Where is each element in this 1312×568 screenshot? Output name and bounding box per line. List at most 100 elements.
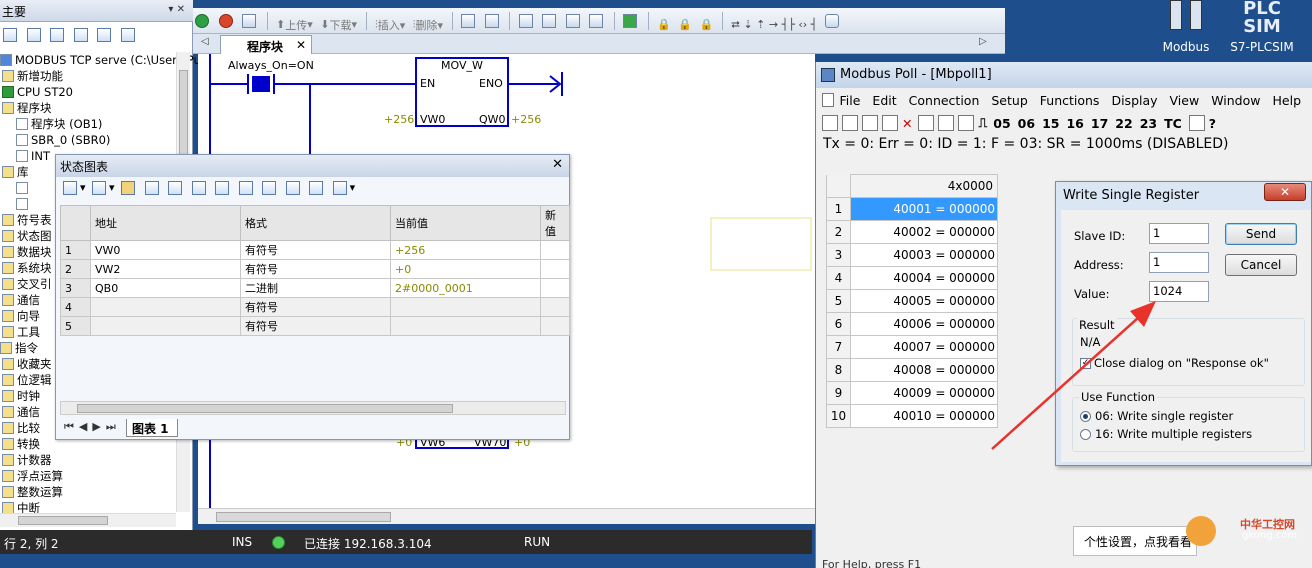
- cell-val[interactable]: +256: [390, 240, 541, 260]
- close-icon[interactable]: ✕: [552, 157, 563, 172]
- menu-item[interactable]: View: [1170, 93, 1200, 108]
- cell-n[interactable]: 1: [60, 240, 91, 260]
- cell-fmt[interactable]: 有符号: [240, 240, 391, 260]
- cell-new-value[interactable]: [540, 316, 570, 336]
- pencil-icon[interactable]: [191, 181, 206, 195]
- table-row[interactable]: 5 有符号: [60, 316, 570, 336]
- dialog-close-button[interactable]: ✕: [1264, 183, 1306, 201]
- table-row[interactable]: 3 QB0 二进制 2#0000_0001: [60, 278, 570, 298]
- function-code-button[interactable]: 23: [1140, 116, 1157, 131]
- window-icon[interactable]: [918, 115, 935, 131]
- stop-button[interactable]: [218, 11, 235, 31]
- cancel-button[interactable]: Cancel: [1225, 254, 1297, 276]
- table-row[interactable]: 5 40005 = 000000: [826, 289, 998, 313]
- function-code-button[interactable]: 22: [1115, 116, 1132, 131]
- table-row[interactable]: 9 40009 = 000000: [826, 381, 998, 405]
- tabs-right-arrow-icon[interactable]: ▷: [979, 36, 987, 47]
- cell-new-value[interactable]: [540, 278, 570, 298]
- register-value[interactable]: 40005 = 000000: [850, 289, 998, 313]
- table-row[interactable]: 1 40001 = 000000: [826, 197, 998, 221]
- tree-item[interactable]: MODBUS TCP serve (C:\Users\Publ: [0, 52, 211, 68]
- format-icon[interactable]: [332, 181, 347, 195]
- glasses-icon[interactable]: [168, 181, 183, 195]
- print-icon[interactable]: [882, 115, 898, 131]
- register-value[interactable]: 40009 = 000000: [850, 381, 998, 405]
- table-row[interactable]: 3 40003 = 000000: [826, 243, 998, 267]
- function-code-button[interactable]: TC: [1164, 116, 1182, 131]
- cell-addr[interactable]: VW2: [90, 259, 241, 279]
- tool-button-2[interactable]: [542, 11, 558, 31]
- column-header[interactable]: 格式: [240, 205, 391, 241]
- properties-icon[interactable]: [97, 28, 111, 42]
- pin-icon[interactable]: ▾ ✕: [168, 4, 185, 15]
- sheet-tab-chart-1[interactable]: 图表 1: [126, 419, 178, 437]
- register-value[interactable]: 40002 = 000000: [850, 220, 998, 244]
- cell-new-value[interactable]: [540, 259, 570, 279]
- delete-button[interactable]: ⫶ 删除 ▾: [413, 15, 443, 35]
- function-code-button[interactable]: 17: [1091, 116, 1108, 131]
- register-value[interactable]: 40003 = 000000: [850, 243, 998, 267]
- monitor-icon[interactable]: [120, 28, 135, 42]
- cell-fmt[interactable]: 有符号: [240, 316, 391, 336]
- lock-button[interactable]: 🔒: [657, 15, 671, 35]
- scan-icon[interactable]: [1188, 115, 1205, 131]
- send-button[interactable]: Send: [1225, 223, 1297, 245]
- column-header[interactable]: 新值: [540, 205, 570, 241]
- editor-horizontal-scrollbar[interactable]: [198, 508, 815, 524]
- tree-item[interactable]: 浮点运算: [0, 468, 175, 484]
- ladder-tools[interactable]: ⮂ ⇣ ⇡ → ┤├ ‹› ┤: [731, 15, 817, 35]
- monitor-chart-icon[interactable]: [121, 181, 136, 195]
- desktop-icon-plcsim[interactable]: PLC SIM S7-PLCSIM: [1226, 0, 1298, 60]
- tool-button-4[interactable]: [589, 11, 605, 31]
- cell-val[interactable]: +0: [390, 259, 541, 279]
- read-all-icon[interactable]: [285, 181, 300, 195]
- tree-item[interactable]: 程序块 (OB1): [0, 116, 175, 132]
- table-row[interactable]: 4 40004 = 000000: [826, 266, 998, 290]
- cell-addr[interactable]: VW0: [90, 240, 241, 260]
- lock-icon[interactable]: [215, 181, 230, 195]
- run-button[interactable]: [195, 11, 211, 31]
- menu-item[interactable]: Functions: [1040, 93, 1100, 108]
- register-value[interactable]: 40010 = 000000: [850, 404, 998, 428]
- pulse-icon[interactable]: ⎍: [978, 115, 987, 131]
- disconnect-icon[interactable]: [958, 115, 975, 131]
- cell-addr[interactable]: [90, 297, 241, 317]
- lock-button-2[interactable]: 🔒: [678, 15, 692, 35]
- table-row[interactable]: 10 40010 = 000000: [826, 404, 998, 428]
- close-icon[interactable]: ✕: [296, 38, 306, 52]
- table-icon[interactable]: [26, 28, 41, 42]
- tree-item[interactable]: 整数运算: [0, 484, 175, 500]
- compile-button[interactable]: [242, 11, 258, 31]
- column-header[interactable]: 地址: [90, 205, 241, 241]
- lock-button-3[interactable]: 🔒: [699, 15, 713, 35]
- open-icon[interactable]: [842, 115, 858, 131]
- table-row[interactable]: 4 有符号: [60, 297, 570, 317]
- tree-item[interactable]: CPU ST20: [0, 84, 175, 100]
- desktop-icon-modbus[interactable]: Modbus: [1158, 0, 1214, 60]
- register-value[interactable]: 40004 = 000000: [850, 266, 998, 290]
- tree-item[interactable]: 程序块: [0, 100, 175, 116]
- menu-item[interactable]: File: [840, 93, 861, 108]
- cell-fmt[interactable]: 二进制: [240, 278, 391, 298]
- register-value[interactable]: 40008 = 000000: [850, 358, 998, 382]
- save-icon[interactable]: [862, 115, 878, 131]
- cell-new-value[interactable]: [540, 297, 570, 317]
- unforce-icon[interactable]: [262, 181, 277, 195]
- cell-fmt[interactable]: 有符号: [240, 297, 391, 317]
- register-value[interactable]: 40007 = 000000: [850, 335, 998, 359]
- cell-addr[interactable]: QB0: [90, 278, 241, 298]
- tree-item[interactable]: 新增功能: [0, 68, 175, 84]
- cell-new-value[interactable]: [540, 240, 570, 260]
- contact-button[interactable]: [824, 11, 841, 31]
- slave-id-input[interactable]: 1: [1149, 223, 1209, 244]
- add-row-icon[interactable]: [63, 181, 77, 195]
- force-icon[interactable]: [238, 181, 253, 195]
- function-code-button[interactable]: 05: [993, 116, 1010, 131]
- column-header[interactable]: 当前值: [390, 205, 541, 241]
- function-code-button[interactable]: 06: [1018, 116, 1035, 131]
- cell-addr[interactable]: [90, 316, 241, 336]
- cell-val[interactable]: 2#0000_0001: [390, 278, 541, 298]
- table-row[interactable]: 2 40002 = 000000: [826, 220, 998, 244]
- tree-item[interactable]: SBR_0 (SBR0): [0, 132, 175, 148]
- document-icon[interactable]: [73, 28, 88, 42]
